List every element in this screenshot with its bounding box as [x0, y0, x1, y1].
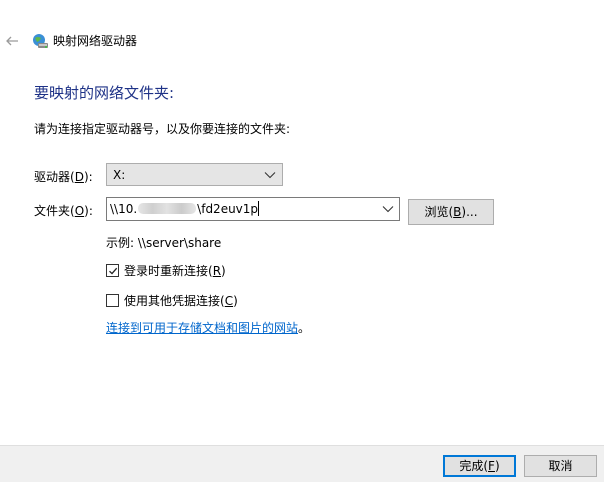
example-text: 示例: \\server\share	[106, 236, 222, 250]
drive-label: 驱动器(D):	[34, 170, 93, 184]
cancel-button[interactable]: 取消	[524, 455, 597, 477]
text-caret	[258, 201, 260, 216]
drive-letter-value: X:	[113, 168, 126, 182]
website-link-row: 连接到可用于存储文档和图片的网站。	[106, 321, 311, 335]
back-arrow-icon[interactable]	[4, 33, 20, 49]
network-drive-icon	[32, 33, 49, 50]
page-heading: 要映射的网络文件夹:	[34, 84, 175, 102]
redacted-address	[138, 203, 197, 214]
folder-path-suffix: \fd2euv1p	[197, 202, 259, 216]
folder-path-prefix: \\10.	[110, 202, 138, 216]
drive-letter-select[interactable]: X:	[106, 163, 283, 186]
website-link[interactable]: 连接到可用于存储文档和图片的网站	[106, 321, 298, 335]
browse-button[interactable]: 浏览(B)...	[408, 199, 494, 225]
reconnect-checkbox[interactable]	[106, 264, 119, 277]
finish-button[interactable]: 完成(F)	[443, 455, 516, 477]
other-credentials-label: 使用其他凭据连接(C)	[124, 294, 238, 308]
instruction-text: 请为连接指定驱动器号，以及你要连接的文件夹:	[34, 122, 291, 136]
checkmark-icon	[109, 267, 118, 275]
reconnect-checkbox-row[interactable]: 登录时重新连接(R)	[106, 262, 246, 280]
folder-path-input[interactable]: \\10. \fd2euv1p	[106, 197, 400, 221]
chevron-down-icon	[264, 172, 276, 179]
window-title: 映射网络驱动器	[53, 34, 138, 48]
folder-label: 文件夹(O):	[34, 204, 93, 218]
other-credentials-checkbox-row[interactable]: 使用其他凭据连接(C)	[106, 292, 256, 310]
chevron-down-icon[interactable]	[382, 205, 394, 213]
reconnect-label: 登录时重新连接(R)	[124, 264, 226, 278]
other-credentials-checkbox[interactable]	[106, 294, 119, 307]
